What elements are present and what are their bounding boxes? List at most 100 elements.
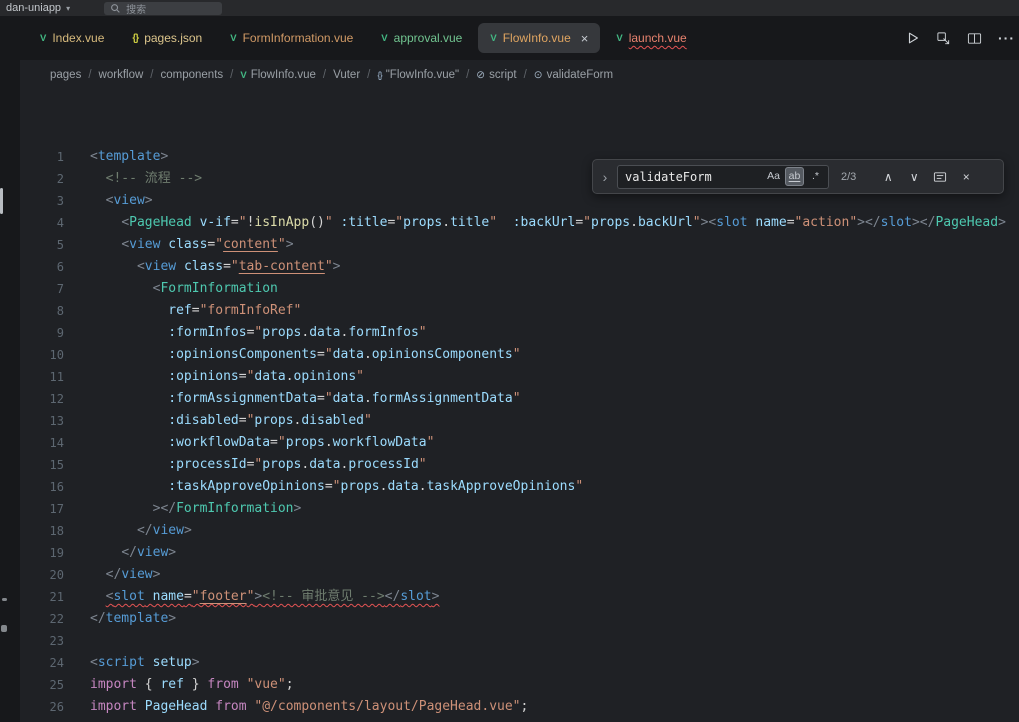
tab-label: Index.vue bbox=[52, 31, 104, 45]
editor-pane[interactable]: pages / workflow / components / VFlowInfo.vue /… bbox=[20, 60, 1019, 722]
code-line: 24<script setup> bbox=[20, 652, 1019, 674]
project-name: dan-uniapp bbox=[6, 2, 61, 14]
code-text: ref="formInfoRef" bbox=[90, 300, 301, 322]
match-case-button[interactable]: Aa bbox=[764, 167, 783, 186]
line-number[interactable]: 3 bbox=[20, 190, 64, 212]
code-text: <FormInformation bbox=[90, 278, 278, 300]
find-in-selection-icon bbox=[933, 170, 947, 184]
breadcrumb-item-FlowInfo.vue[interactable]: VFlowInfo.vue bbox=[240, 69, 316, 81]
line-number[interactable]: 9 bbox=[20, 322, 64, 344]
line-number[interactable]: 19 bbox=[20, 542, 64, 564]
code-line: 23 bbox=[20, 630, 1019, 652]
module-icon: ⊘ bbox=[476, 69, 485, 81]
code-text: <!-- 流程 --> bbox=[90, 168, 202, 190]
line-number[interactable]: 2 bbox=[20, 168, 64, 190]
line-number[interactable]: 4 bbox=[20, 212, 64, 234]
line-number[interactable]: 22 bbox=[20, 608, 64, 630]
breadcrumb-item-pages[interactable]: pages bbox=[50, 69, 81, 81]
code-text: :processId="props.data.processId" bbox=[90, 454, 427, 476]
line-number[interactable]: 16 bbox=[20, 476, 64, 498]
code-line: 19 </view> bbox=[20, 542, 1019, 564]
global-search-box[interactable]: 搜索 bbox=[104, 2, 222, 15]
line-number[interactable]: 14 bbox=[20, 432, 64, 454]
find-in-selection-button[interactable] bbox=[930, 170, 950, 184]
breadcrumb: pages / workflow / components / VFlowInfo.vue /… bbox=[20, 60, 1019, 90]
find-input-box: Aa ab .* bbox=[617, 165, 829, 189]
breadcrumb-separator: / bbox=[150, 69, 153, 81]
tab-FlowInfo.vue[interactable]: VFlowInfo.vue× bbox=[478, 23, 600, 53]
line-number[interactable]: 1 bbox=[20, 146, 64, 168]
toggle-replace-chevron-icon[interactable]: › bbox=[599, 169, 611, 185]
project-menu[interactable]: dan-uniapp ▾ bbox=[0, 2, 70, 14]
breadcrumb-item-script[interactable]: ⊘script bbox=[476, 69, 516, 81]
code-text: <PageHead v-if="!isInApp()" :title="prop… bbox=[90, 212, 1006, 234]
line-number[interactable]: 6 bbox=[20, 256, 64, 278]
tab-label: launch.vue bbox=[629, 31, 687, 45]
line-number[interactable]: 12 bbox=[20, 388, 64, 410]
line-number[interactable]: 20 bbox=[20, 564, 64, 586]
line-number[interactable]: 15 bbox=[20, 454, 64, 476]
code-line: 10 :opinionsComponents="data.opinionsCom… bbox=[20, 344, 1019, 366]
line-number[interactable]: 10 bbox=[20, 344, 64, 366]
tab-close-icon[interactable]: × bbox=[581, 31, 589, 46]
open-changes-button[interactable] bbox=[936, 31, 951, 46]
breadcrumb-item-FlowInfo.vue[interactable]: {}"FlowInfo.vue" bbox=[377, 69, 459, 81]
line-number[interactable]: 18 bbox=[20, 520, 64, 542]
vue-file-icon: V bbox=[381, 33, 387, 44]
line-number[interactable]: 24 bbox=[20, 652, 64, 674]
line-number[interactable]: 23 bbox=[20, 630, 64, 652]
code-line: 26 import PageHead from "@/components/lay… bbox=[20, 696, 1019, 718]
breadcrumb-item-Vuter[interactable]: Vuter bbox=[333, 69, 360, 81]
line-number[interactable]: 11 bbox=[20, 366, 64, 388]
code-line: 12 :formAssignmentData="data.formAssignm… bbox=[20, 388, 1019, 410]
line-number[interactable]: 17 bbox=[20, 498, 64, 520]
line-number[interactable]: 25 bbox=[20, 674, 64, 696]
tab-launch.vue[interactable]: Vlaunch.vue bbox=[604, 23, 698, 53]
run-button[interactable] bbox=[906, 31, 920, 45]
line-number[interactable]: 5 bbox=[20, 234, 64, 256]
tab-approval.vue[interactable]: Vapproval.vue bbox=[369, 23, 474, 53]
tab-pages.json[interactable]: {}pages.json bbox=[120, 23, 214, 53]
play-icon bbox=[906, 31, 920, 45]
editor-actions: ··· bbox=[906, 30, 1019, 46]
collapsed-sidebar[interactable] bbox=[0, 60, 20, 722]
split-editor-button[interactable] bbox=[967, 31, 982, 46]
search-label: 搜索 bbox=[126, 1, 146, 16]
line-number[interactable]: 13 bbox=[20, 410, 64, 432]
json-file-icon: {} bbox=[132, 33, 138, 44]
tab-label: approval.vue bbox=[394, 31, 463, 45]
find-match-count: 2/3 bbox=[841, 171, 856, 183]
tab-FormInformation.vue[interactable]: VFormInformation.vue bbox=[218, 23, 365, 53]
code-line: 21 <slot name="footer"><!-- 审批意见 --></sl… bbox=[20, 586, 1019, 608]
find-previous-button[interactable]: ∧ bbox=[878, 170, 898, 184]
line-number[interactable]: 8 bbox=[20, 300, 64, 322]
tab-bar: VIndex.vue{}pages.jsonVFormInformation.v… bbox=[0, 16, 1019, 60]
vue-icon: V bbox=[240, 70, 246, 81]
tab-label: FormInformation.vue bbox=[243, 31, 354, 45]
breadcrumb-item-validateForm[interactable]: ⊙validateForm bbox=[534, 69, 613, 81]
code-text: </view> bbox=[90, 564, 160, 586]
breadcrumb-item-components[interactable]: components bbox=[160, 69, 223, 81]
find-next-button[interactable]: ∨ bbox=[904, 170, 924, 184]
regex-button[interactable]: .* bbox=[806, 167, 825, 186]
breadcrumb-separator: / bbox=[88, 69, 91, 81]
find-input[interactable] bbox=[625, 170, 762, 184]
whole-word-button[interactable]: ab bbox=[785, 167, 804, 186]
sidebar-sliver bbox=[2, 598, 7, 601]
code-line: 4 <PageHead v-if="!isInApp()" :title="pr… bbox=[20, 212, 1019, 234]
tab-Index.vue[interactable]: VIndex.vue bbox=[28, 23, 116, 53]
find-close-button[interactable]: × bbox=[956, 170, 976, 184]
breadcrumb-separator: / bbox=[323, 69, 326, 81]
code-text: import PageHead from "@/components/layou… bbox=[90, 696, 528, 718]
title-bar: dan-uniapp ▾ 搜索 bbox=[0, 0, 1019, 16]
breadcrumb-separator: / bbox=[524, 69, 527, 81]
line-number[interactable]: 7 bbox=[20, 278, 64, 300]
more-actions-button[interactable]: ··· bbox=[998, 30, 1015, 46]
sidebar-sliver bbox=[1, 625, 7, 632]
line-number[interactable]: 26 bbox=[20, 696, 64, 718]
tab-list: VIndex.vue{}pages.jsonVFormInformation.v… bbox=[28, 23, 699, 53]
code-text: </template> bbox=[90, 608, 176, 630]
line-number[interactable]: 21 bbox=[20, 586, 64, 608]
vue-file-icon: V bbox=[616, 33, 622, 44]
breadcrumb-item-workflow[interactable]: workflow bbox=[99, 69, 144, 81]
